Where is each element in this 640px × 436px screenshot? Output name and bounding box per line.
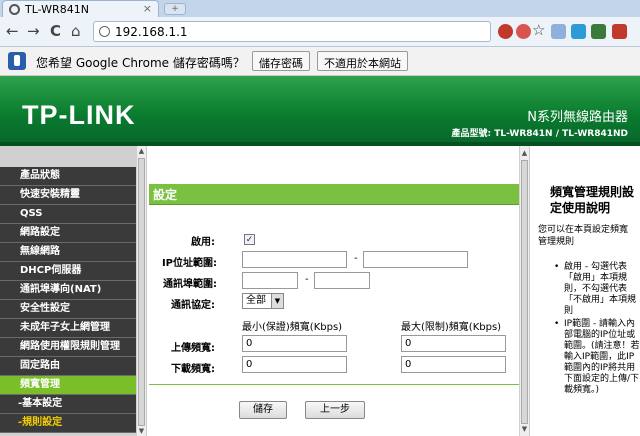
port-range-label: 通訊埠範圍:: [163, 279, 217, 290]
extension-icon[interactable]: [516, 24, 531, 39]
sidebar-item-quick-setup[interactable]: 快速安裝精靈: [0, 186, 136, 205]
globe-icon: [9, 4, 20, 15]
home-icon[interactable]: ⌂: [71, 22, 81, 40]
toolbar: ← → C ⌂ 192.168.1.1 ☆: [0, 17, 640, 47]
password-prompt: 您希望 Google Chrome 儲存密碼嗎？: [36, 56, 245, 70]
enable-checkbox[interactable]: ✓: [244, 234, 255, 245]
page-icon: [99, 26, 110, 37]
help-item: IP範圍 - 請輸入內部電腦的IP位址或範圍。(請注意！若輸入IP範圍，此IP範…: [538, 319, 640, 396]
help-item: 啟用 - 勾選代表「啟用」本項規則，不勾選代表「不啟用」本項規則: [538, 262, 640, 317]
download-max-input[interactable]: 0: [401, 356, 506, 373]
password-infobar: 您希望 Google Chrome 儲存密碼嗎？ 儲存密碼 不適用於本網站: [0, 47, 640, 76]
sidebar-scrollbar[interactable]: ▲ ▼: [136, 146, 146, 436]
extension-icon[interactable]: [591, 24, 606, 39]
sidebar-item-network[interactable]: 網路設定: [0, 224, 136, 243]
sidebar-item-bandwidth[interactable]: 頻寬管理: [0, 376, 136, 395]
forward-icon[interactable]: →: [27, 22, 40, 40]
scroll-up-icon[interactable]: ▲: [137, 146, 146, 156]
sidebar-item-nat[interactable]: 通訊埠導向(NAT): [0, 281, 136, 300]
enable-label: 啟用:: [191, 237, 215, 248]
scroll-up-icon[interactable]: ▲: [520, 148, 529, 158]
download-label: 下載頻寬:: [171, 364, 215, 375]
main-scrollbar[interactable]: ▲ ▼: [519, 146, 529, 436]
main-frame: 設定 啟用: ✓ IP位址範圍: - 通訊埠範圍: - 通訊協定: 全部 ▼ 最…: [146, 146, 519, 436]
save-button[interactable]: 儲存: [239, 401, 287, 419]
tab-title: TL-WR841N: [25, 3, 89, 16]
sidebar-item-parental[interactable]: 未成年子女上網管理: [0, 319, 136, 338]
help-list: 啟用 - 勾選代表「啟用」本項規則，不勾選代表「不啟用」本項規則 IP範圍 - …: [538, 262, 640, 398]
ip-range-label: IP位址範圍:: [161, 258, 217, 269]
reload-icon[interactable]: C: [50, 22, 61, 40]
browser-tab[interactable]: TL-WR841N ×: [2, 0, 159, 17]
sidebar-item-access-control[interactable]: 網路使用權限規則管理: [0, 338, 136, 357]
section-header: 設定: [149, 184, 519, 204]
extension-icon[interactable]: [551, 24, 566, 39]
help-pane: 頻寬管理規則設定使用說明 您可以在本頁設定頻寬管理規則 啟用 - 勾選代表「啟用…: [529, 146, 640, 436]
sidebar-item-security[interactable]: 安全性設定: [0, 300, 136, 319]
product-model: 產品型號: TL-WR841N / TL-WR841ND: [451, 129, 628, 139]
product-series: N系列無線路由器: [527, 110, 628, 125]
tplink-logo: TP-LINK: [22, 100, 136, 130]
back-button[interactable]: 上一步: [305, 401, 365, 419]
help-intro: 您可以在本頁設定頻寬管理規則: [538, 225, 629, 247]
star-icon[interactable]: ☆: [532, 21, 545, 39]
url-text: 192.168.1.1: [115, 25, 188, 39]
sidebar-item-basic-settings[interactable]: -基本設定: [0, 395, 136, 414]
router-header: TP-LINK N系列無線路由器 產品型號: TL-WR841N / TL-WR…: [0, 76, 640, 146]
never-save-button[interactable]: 不適用於本網站: [317, 51, 408, 71]
upload-label: 上傳頻寬:: [171, 343, 215, 354]
help-title: 頻寬管理規則設定使用說明: [550, 185, 635, 215]
protocol-value: 全部: [246, 295, 266, 306]
min-bandwidth-header: 最小(保證)頻寬(Kbps): [242, 322, 343, 333]
range-dash: -: [305, 274, 309, 285]
sidebar-item-wireless[interactable]: 無線網路: [0, 243, 136, 262]
sidebar-menu: 產品狀態 快速安裝精靈 QSS 網路設定 無線網路 DHCP伺服器 通訊埠導向(…: [0, 146, 146, 436]
wrench-icon[interactable]: [612, 24, 627, 39]
section-title: 設定: [153, 188, 178, 202]
max-bandwidth-header: 最大(限制)頻寬(Kbps): [401, 322, 502, 333]
extension-icon[interactable]: [571, 24, 586, 39]
sidebar-item-dhcp[interactable]: DHCP伺服器: [0, 262, 136, 281]
key-icon: [8, 52, 26, 70]
address-bar[interactable]: 192.168.1.1: [93, 21, 491, 42]
port-end-input[interactable]: [314, 272, 370, 289]
stop-icon[interactable]: [498, 24, 513, 39]
download-min-input[interactable]: 0: [242, 356, 347, 373]
protocol-select[interactable]: 全部 ▼: [242, 293, 284, 309]
sidebar-item-qss[interactable]: QSS: [0, 205, 136, 224]
sidebar-item-status[interactable]: 產品狀態: [0, 167, 136, 186]
chevron-down-icon: ▼: [271, 294, 283, 308]
back-icon[interactable]: ←: [6, 22, 19, 40]
upload-min-input[interactable]: 0: [242, 335, 347, 352]
range-dash: -: [354, 253, 358, 264]
new-tab-button[interactable]: +: [164, 3, 186, 15]
tab-bar: TL-WR841N × +: [0, 0, 640, 17]
ip-end-input[interactable]: [363, 251, 468, 268]
sidebar-item-static-routing[interactable]: 固定路由: [0, 357, 136, 376]
scroll-down-icon[interactable]: ▼: [137, 426, 146, 436]
close-icon[interactable]: ×: [143, 2, 152, 15]
save-password-button[interactable]: 儲存密碼: [252, 51, 310, 71]
ip-start-input[interactable]: [242, 251, 347, 268]
protocol-label: 通訊協定:: [171, 300, 215, 311]
sidebar-item-rule-settings[interactable]: -規則設定: [0, 414, 136, 433]
scroll-down-icon[interactable]: ▼: [520, 424, 529, 434]
upload-max-input[interactable]: 0: [401, 335, 506, 352]
port-start-input[interactable]: [242, 272, 298, 289]
